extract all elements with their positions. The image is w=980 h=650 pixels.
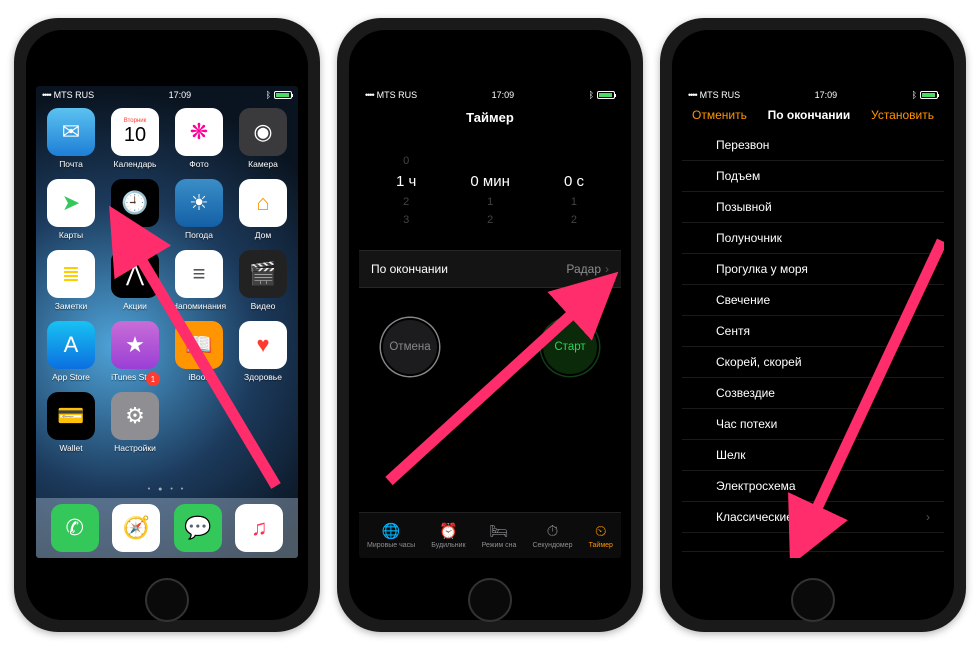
tab-bar: 🌐Мировые часы ⏰Будильник 🛏Режим сна ⏱Секунд… bbox=[359, 512, 621, 558]
time-picker[interactable]: 01 ч23 0 мин12 0 с12 bbox=[359, 137, 621, 250]
status-time: 17:09 bbox=[169, 90, 192, 100]
timer-screen: MTS RUS 17:09 ᛒ Таймер 01 ч23 0 мин12 0 … bbox=[359, 86, 621, 558]
phone-sound-picker: MTS RUS 17:09 ᛒ Отменить По окончании Ус… bbox=[660, 18, 966, 632]
bluetooth-icon: ᛒ bbox=[266, 90, 271, 100]
tones-list: ПерезвонПодъемПозывнойПолуночникПрогулка… bbox=[682, 130, 944, 558]
app-Видео[interactable]: 🎬Видео bbox=[234, 250, 292, 311]
app-Напоминания[interactable]: ≡Напоминания bbox=[170, 250, 228, 311]
app-Камера[interactable]: ◉Камера bbox=[234, 108, 292, 169]
phone-home-screen: MTS RUS 17:09 ᛒ ✉ПочтаВторник10Календарь… bbox=[14, 18, 320, 632]
app-Wallet[interactable]: 💳Wallet bbox=[42, 392, 100, 453]
tone-item[interactable]: Полуночник bbox=[682, 223, 944, 254]
tone-item[interactable]: Электросхема bbox=[682, 471, 944, 502]
dock-phone[interactable]: ✆ bbox=[51, 504, 99, 552]
home-button[interactable] bbox=[791, 578, 835, 622]
phone-timer: MTS RUS 17:09 ᛒ Таймер 01 ч23 0 мин12 0 … bbox=[337, 18, 643, 632]
tone-item[interactable]: Подъем bbox=[682, 161, 944, 192]
app-Календарь[interactable]: Вторник10Календарь bbox=[106, 108, 164, 169]
tab-Мировые часы[interactable]: 🌐Мировые часы bbox=[367, 522, 415, 549]
app-Здоровье[interactable]: ♥Здоровье bbox=[234, 321, 292, 382]
app-Карты[interactable]: ➤Карты bbox=[42, 179, 100, 240]
home-button[interactable] bbox=[145, 578, 189, 622]
tab-Таймер[interactable]: ⏲Таймер bbox=[589, 523, 613, 549]
app-Настройки[interactable]: ⚙1Настройки bbox=[106, 392, 164, 453]
page-title: Таймер bbox=[359, 102, 621, 137]
classic-row[interactable]: Классические› bbox=[682, 502, 944, 533]
app-App Store[interactable]: AApp Store bbox=[42, 321, 100, 382]
tone-item[interactable]: Сентя bbox=[682, 316, 944, 347]
signal-icon bbox=[42, 90, 51, 100]
start-button[interactable]: Старт bbox=[541, 318, 599, 376]
tone-item[interactable]: Прогулка у моря bbox=[682, 254, 944, 285]
stop-playing-item[interactable]: ✓Остановить bbox=[682, 551, 944, 558]
tone-item[interactable]: Скорей, скорей bbox=[682, 347, 944, 378]
chevron-right-icon: › bbox=[926, 510, 930, 524]
dock-safari[interactable]: 🧭 bbox=[112, 504, 160, 552]
status-bar: MTS RUS 17:09 ᛒ bbox=[682, 86, 944, 102]
status-bar: MTS RUS 17:09 ᛒ bbox=[359, 86, 621, 102]
cancel-button[interactable]: Отменить bbox=[692, 108, 747, 122]
tone-item[interactable]: Позывной bbox=[682, 192, 944, 223]
tone-item[interactable]: Перезвон bbox=[682, 130, 944, 161]
tone-item[interactable]: Созвездие bbox=[682, 378, 944, 409]
app-Часы[interactable]: 🕘Часы bbox=[106, 179, 164, 240]
set-button[interactable]: Установить bbox=[871, 108, 934, 122]
home-screen: MTS RUS 17:09 ᛒ ✉ПочтаВторник10Календарь… bbox=[36, 86, 298, 558]
tone-item[interactable]: Шелк bbox=[682, 440, 944, 471]
app-Погода[interactable]: ☀Погода bbox=[170, 179, 228, 240]
home-button[interactable] bbox=[468, 578, 512, 622]
dock-messages[interactable]: 💬 bbox=[174, 504, 222, 552]
dock: ✆ 🧭 💬 ♫ bbox=[36, 498, 298, 558]
status-bar: MTS RUS 17:09 ᛒ bbox=[36, 86, 298, 102]
app-grid: ✉ПочтаВторник10Календарь❋Фото◉Камера ➤Кар… bbox=[36, 102, 298, 453]
tab-Будильник[interactable]: ⏰Будильник bbox=[431, 522, 465, 549]
nav-bar: Отменить По окончании Установить bbox=[682, 102, 944, 130]
app-Заметки[interactable]: ≣Заметки bbox=[42, 250, 100, 311]
tone-item[interactable]: Свечение bbox=[682, 285, 944, 316]
app-Почта[interactable]: ✉Почта bbox=[42, 108, 100, 169]
dock-music[interactable]: ♫ bbox=[235, 504, 283, 552]
app-iBook[interactable]: 📖iBook bbox=[170, 321, 228, 382]
app-Фото[interactable]: ❋Фото bbox=[170, 108, 228, 169]
app-Дом[interactable]: ⌂Дом bbox=[234, 179, 292, 240]
tab-Секундомер[interactable]: ⏱Секундомер bbox=[532, 523, 572, 549]
page-dots: • ● • • bbox=[36, 486, 298, 493]
tone-item[interactable]: Час потехи bbox=[682, 409, 944, 440]
page-title: По окончании bbox=[768, 108, 851, 122]
when-timer-ends-row[interactable]: По окончании Радар› bbox=[359, 250, 621, 288]
sound-list-screen: MTS RUS 17:09 ᛒ Отменить По окончании Ус… bbox=[682, 86, 944, 558]
cancel-button[interactable]: Отмена bbox=[381, 318, 439, 376]
tab-Режим сна[interactable]: 🛏Режим сна bbox=[482, 522, 517, 549]
app-Акции[interactable]: ⋀Акции bbox=[106, 250, 164, 311]
chevron-right-icon: › bbox=[605, 262, 609, 276]
